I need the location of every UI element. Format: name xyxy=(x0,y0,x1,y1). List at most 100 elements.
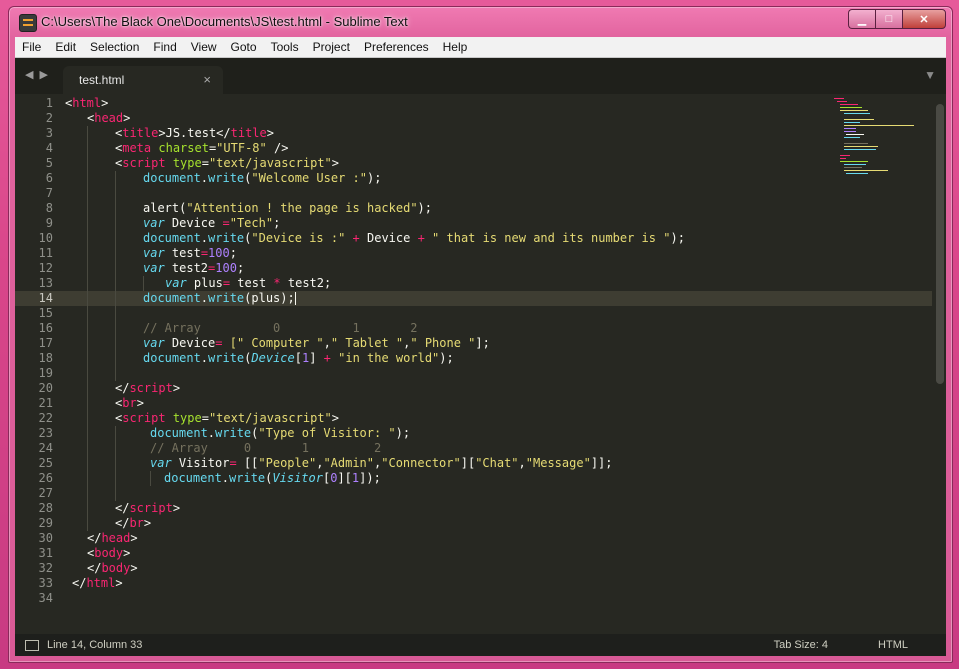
code-line-current: 14 document.write(plus); xyxy=(15,291,932,306)
line-number: 15 xyxy=(38,306,53,320)
chevron-left-icon[interactable]: ◀ xyxy=(25,69,39,81)
code-editor[interactable]: 1 <html> 2 <head> 3 <title>JS.test</title> … xyxy=(15,96,932,634)
line-number: 9 xyxy=(45,216,53,230)
line-number: 11 xyxy=(38,246,53,260)
line-number: 8 xyxy=(45,201,53,215)
minimize-icon: ▁ xyxy=(857,13,867,26)
tab-test-html[interactable]: test.html × xyxy=(63,66,223,94)
line-number: 33 xyxy=(38,576,53,590)
line-number: 31 xyxy=(38,546,53,560)
menu-selection[interactable]: Selection xyxy=(83,37,146,57)
code-line: 5 <script type="text/javascript"> xyxy=(15,156,932,171)
code-line: 30 </head> xyxy=(15,531,932,546)
line-number: 3 xyxy=(45,126,53,140)
code-line: 18 document.write(Device[1] + "in the wor… xyxy=(15,351,932,366)
line-number: 7 xyxy=(45,186,53,200)
menu-preferences[interactable]: Preferences xyxy=(357,37,436,57)
window-title: C:\Users\The Black One\Documents\JS\test… xyxy=(41,14,408,29)
menu-find[interactable]: Find xyxy=(146,37,183,57)
tab-dropdown-icon[interactable]: ▼ xyxy=(924,68,936,82)
title-bar[interactable]: C:\Users\The Black One\Documents\JS\test… xyxy=(9,7,952,37)
line-number: 5 xyxy=(45,156,53,170)
line-number: 12 xyxy=(38,261,53,275)
line-number: 34 xyxy=(38,591,53,605)
minimize-button[interactable]: ▁ xyxy=(848,9,875,29)
line-number: 20 xyxy=(38,381,53,395)
code-line: 27 xyxy=(15,486,932,501)
line-number: 24 xyxy=(38,441,53,455)
cursor-position: Line 14, Column 33 xyxy=(47,639,143,651)
menu-tools[interactable]: Tools xyxy=(264,37,306,57)
code-line: 2 <head> xyxy=(15,111,932,126)
code-line: 24// Array 0 1 2 xyxy=(15,441,932,456)
code-line: 29 </br> xyxy=(15,516,932,531)
line-number: 13 xyxy=(38,276,53,290)
line-number: 29 xyxy=(38,516,53,530)
code-line: 25 var Visitor= [["People","Admin","Conne… xyxy=(15,456,932,471)
code-line: 17 var Device= [" Computer "," Tablet ","… xyxy=(15,336,932,351)
code-line: 32 </body> xyxy=(15,561,932,576)
sublime-window: C:\Users\The Black One\Documents\JS\test… xyxy=(8,6,953,663)
code-line: 6 document.write("Welcome User :"); xyxy=(15,171,932,186)
menu-file[interactable]: File xyxy=(15,37,48,57)
tab-bar: ◀▶ test.html × ▼ xyxy=(15,58,946,94)
sublime-app-icon xyxy=(19,14,37,32)
line-number: 2 xyxy=(45,111,53,125)
menu-help[interactable]: Help xyxy=(436,37,475,57)
minimap[interactable] xyxy=(834,98,924,178)
code-line: 13 var plus= test * test2; xyxy=(15,276,932,291)
menu-view[interactable]: View xyxy=(184,37,224,57)
tab-size-selector[interactable]: Tab Size: 4 xyxy=(774,639,828,651)
maximize-button[interactable]: □ xyxy=(875,9,902,29)
code-line: 12 var test2=100; xyxy=(15,261,932,276)
panel-toggle-icon[interactable] xyxy=(25,640,39,651)
code-line: 26 document.write(Visitor[0][1]); xyxy=(15,471,932,486)
line-number: 26 xyxy=(38,471,53,485)
menu-bar: File Edit Selection Find View Goto Tools… xyxy=(15,37,946,58)
code-line: 4 <meta charset="UTF-8" /> xyxy=(15,141,932,156)
line-number: 30 xyxy=(38,531,53,545)
status-bar: Line 14, Column 33 Tab Size: 4 HTML xyxy=(15,634,946,656)
code-line: 11 var test=100; xyxy=(15,246,932,261)
line-number: 6 xyxy=(45,171,53,185)
menu-edit[interactable]: Edit xyxy=(48,37,83,57)
editor-pane: ◀▶ test.html × ▼ 1 <html> 2 <head> 3 <title… xyxy=(15,58,946,656)
code-line: 34 xyxy=(15,591,932,606)
line-number: 14 xyxy=(38,291,53,305)
text-cursor xyxy=(294,292,296,305)
line-number: 19 xyxy=(38,366,53,380)
line-number: 28 xyxy=(38,501,53,515)
code-line: 23 document.write("Type of Visitor: "); xyxy=(15,426,932,441)
vertical-scrollbar[interactable] xyxy=(936,104,944,384)
code-line: 22 <script type="text/javascript"> xyxy=(15,411,932,426)
syntax-selector[interactable]: HTML xyxy=(878,639,908,651)
maximize-icon: □ xyxy=(885,13,893,25)
menu-project[interactable]: Project xyxy=(306,37,357,57)
code-line: 28 </script> xyxy=(15,501,932,516)
code-line: 9 var Device ="Tech"; xyxy=(15,216,932,231)
line-number: 23 xyxy=(38,426,53,440)
code-line: 1 <html> xyxy=(15,96,932,111)
tab-nav-arrows[interactable]: ◀▶ xyxy=(25,68,54,81)
tab-label: test.html xyxy=(79,73,125,87)
close-window-button[interactable]: ✕ xyxy=(902,9,946,29)
code-line: 16// Array 0 1 2 xyxy=(15,321,932,336)
line-number: 32 xyxy=(38,561,53,575)
chevron-right-icon[interactable]: ▶ xyxy=(39,69,53,81)
close-tab-icon[interactable]: × xyxy=(203,72,211,87)
code-line: 33 </html> xyxy=(15,576,932,591)
code-line: 3 <title>JS.test</title> xyxy=(15,126,932,141)
code-line: 8 alert("Attention ! the page is hacked")… xyxy=(15,201,932,216)
code-line: 10 document.write("Device is :" + Device … xyxy=(15,231,932,246)
line-number: 16 xyxy=(38,321,53,335)
line-number: 27 xyxy=(38,486,53,500)
line-number: 17 xyxy=(38,336,53,350)
code-line: 20 </script> xyxy=(15,381,932,396)
line-number: 22 xyxy=(38,411,53,425)
close-icon: ✕ xyxy=(919,13,929,26)
code-line: 15 xyxy=(15,306,932,321)
line-number: 18 xyxy=(38,351,53,365)
line-number: 10 xyxy=(38,231,53,245)
menu-goto[interactable]: Goto xyxy=(224,37,264,57)
code-line: 31 <body> xyxy=(15,546,932,561)
